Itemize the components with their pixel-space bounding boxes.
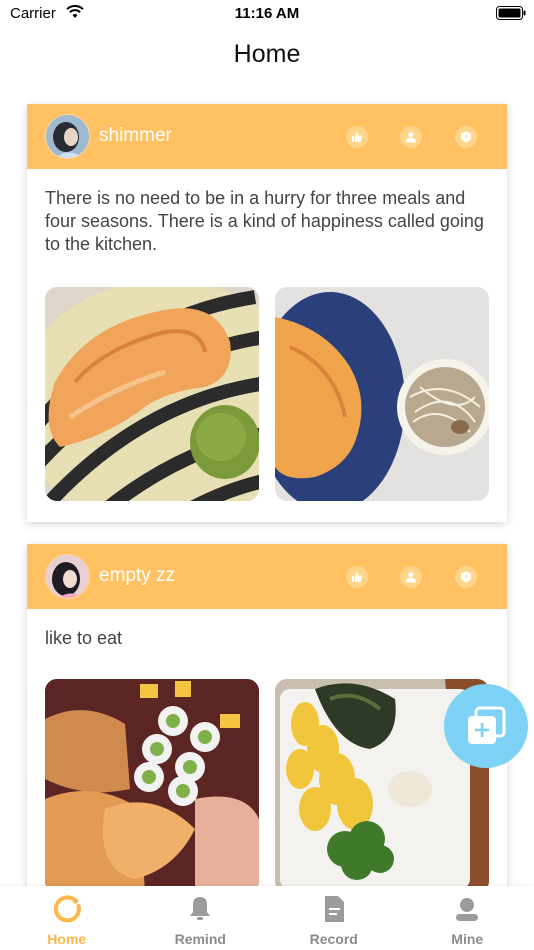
post-photo[interactable] (45, 287, 259, 501)
post-username[interactable]: empty zz (99, 565, 175, 587)
post-photo[interactable] (45, 679, 259, 893)
tab-bar: Home Remind Record Mine (0, 886, 534, 950)
tab-record[interactable]: Record (267, 886, 401, 950)
post-header: shimmer (27, 104, 507, 169)
bell-icon (190, 897, 211, 920)
post-text: There is no need to be in a hurry for th… (45, 188, 484, 254)
post-photos (27, 679, 507, 893)
shield-icon[interactable] (455, 126, 477, 148)
status-bar: Carrier 11:16 AM (0, 0, 534, 28)
post-feed: shimmer There is no need to be in a hurr… (27, 104, 507, 926)
avatar[interactable] (45, 114, 90, 159)
document-icon (324, 896, 344, 922)
person-icon (456, 898, 479, 921)
thumbs-up-icon[interactable] (346, 126, 368, 148)
post-photo[interactable] (275, 287, 489, 501)
page-title: Home (233, 40, 301, 68)
post-text: like to eat (45, 628, 123, 648)
user-icon[interactable] (400, 126, 422, 148)
thumbs-up-icon[interactable] (346, 566, 368, 588)
tab-label: Record (309, 931, 358, 947)
post-card[interactable]: shimmer There is no need to be in a hurr… (27, 104, 507, 522)
tab-label: Remind (174, 931, 226, 947)
tab-mine[interactable]: Mine (401, 886, 534, 950)
tab-label: Mine (451, 931, 484, 947)
battery-icon (496, 6, 526, 20)
home-ring-icon (53, 895, 81, 923)
post-username[interactable]: shimmer (99, 125, 172, 147)
add-icon (468, 706, 506, 744)
post-photos (27, 287, 507, 501)
add-post-button[interactable] (444, 684, 528, 768)
post-card[interactable]: empty zz like to eat (27, 544, 507, 904)
user-icon[interactable] (400, 566, 422, 588)
tab-home[interactable]: Home (0, 886, 134, 950)
tab-label: Home (47, 931, 87, 947)
tab-remind[interactable]: Remind (134, 886, 268, 950)
clock: 11:16 AM (234, 5, 300, 22)
avatar[interactable] (45, 554, 90, 599)
shield-icon[interactable] (455, 566, 477, 588)
post-header: empty zz (27, 544, 507, 609)
